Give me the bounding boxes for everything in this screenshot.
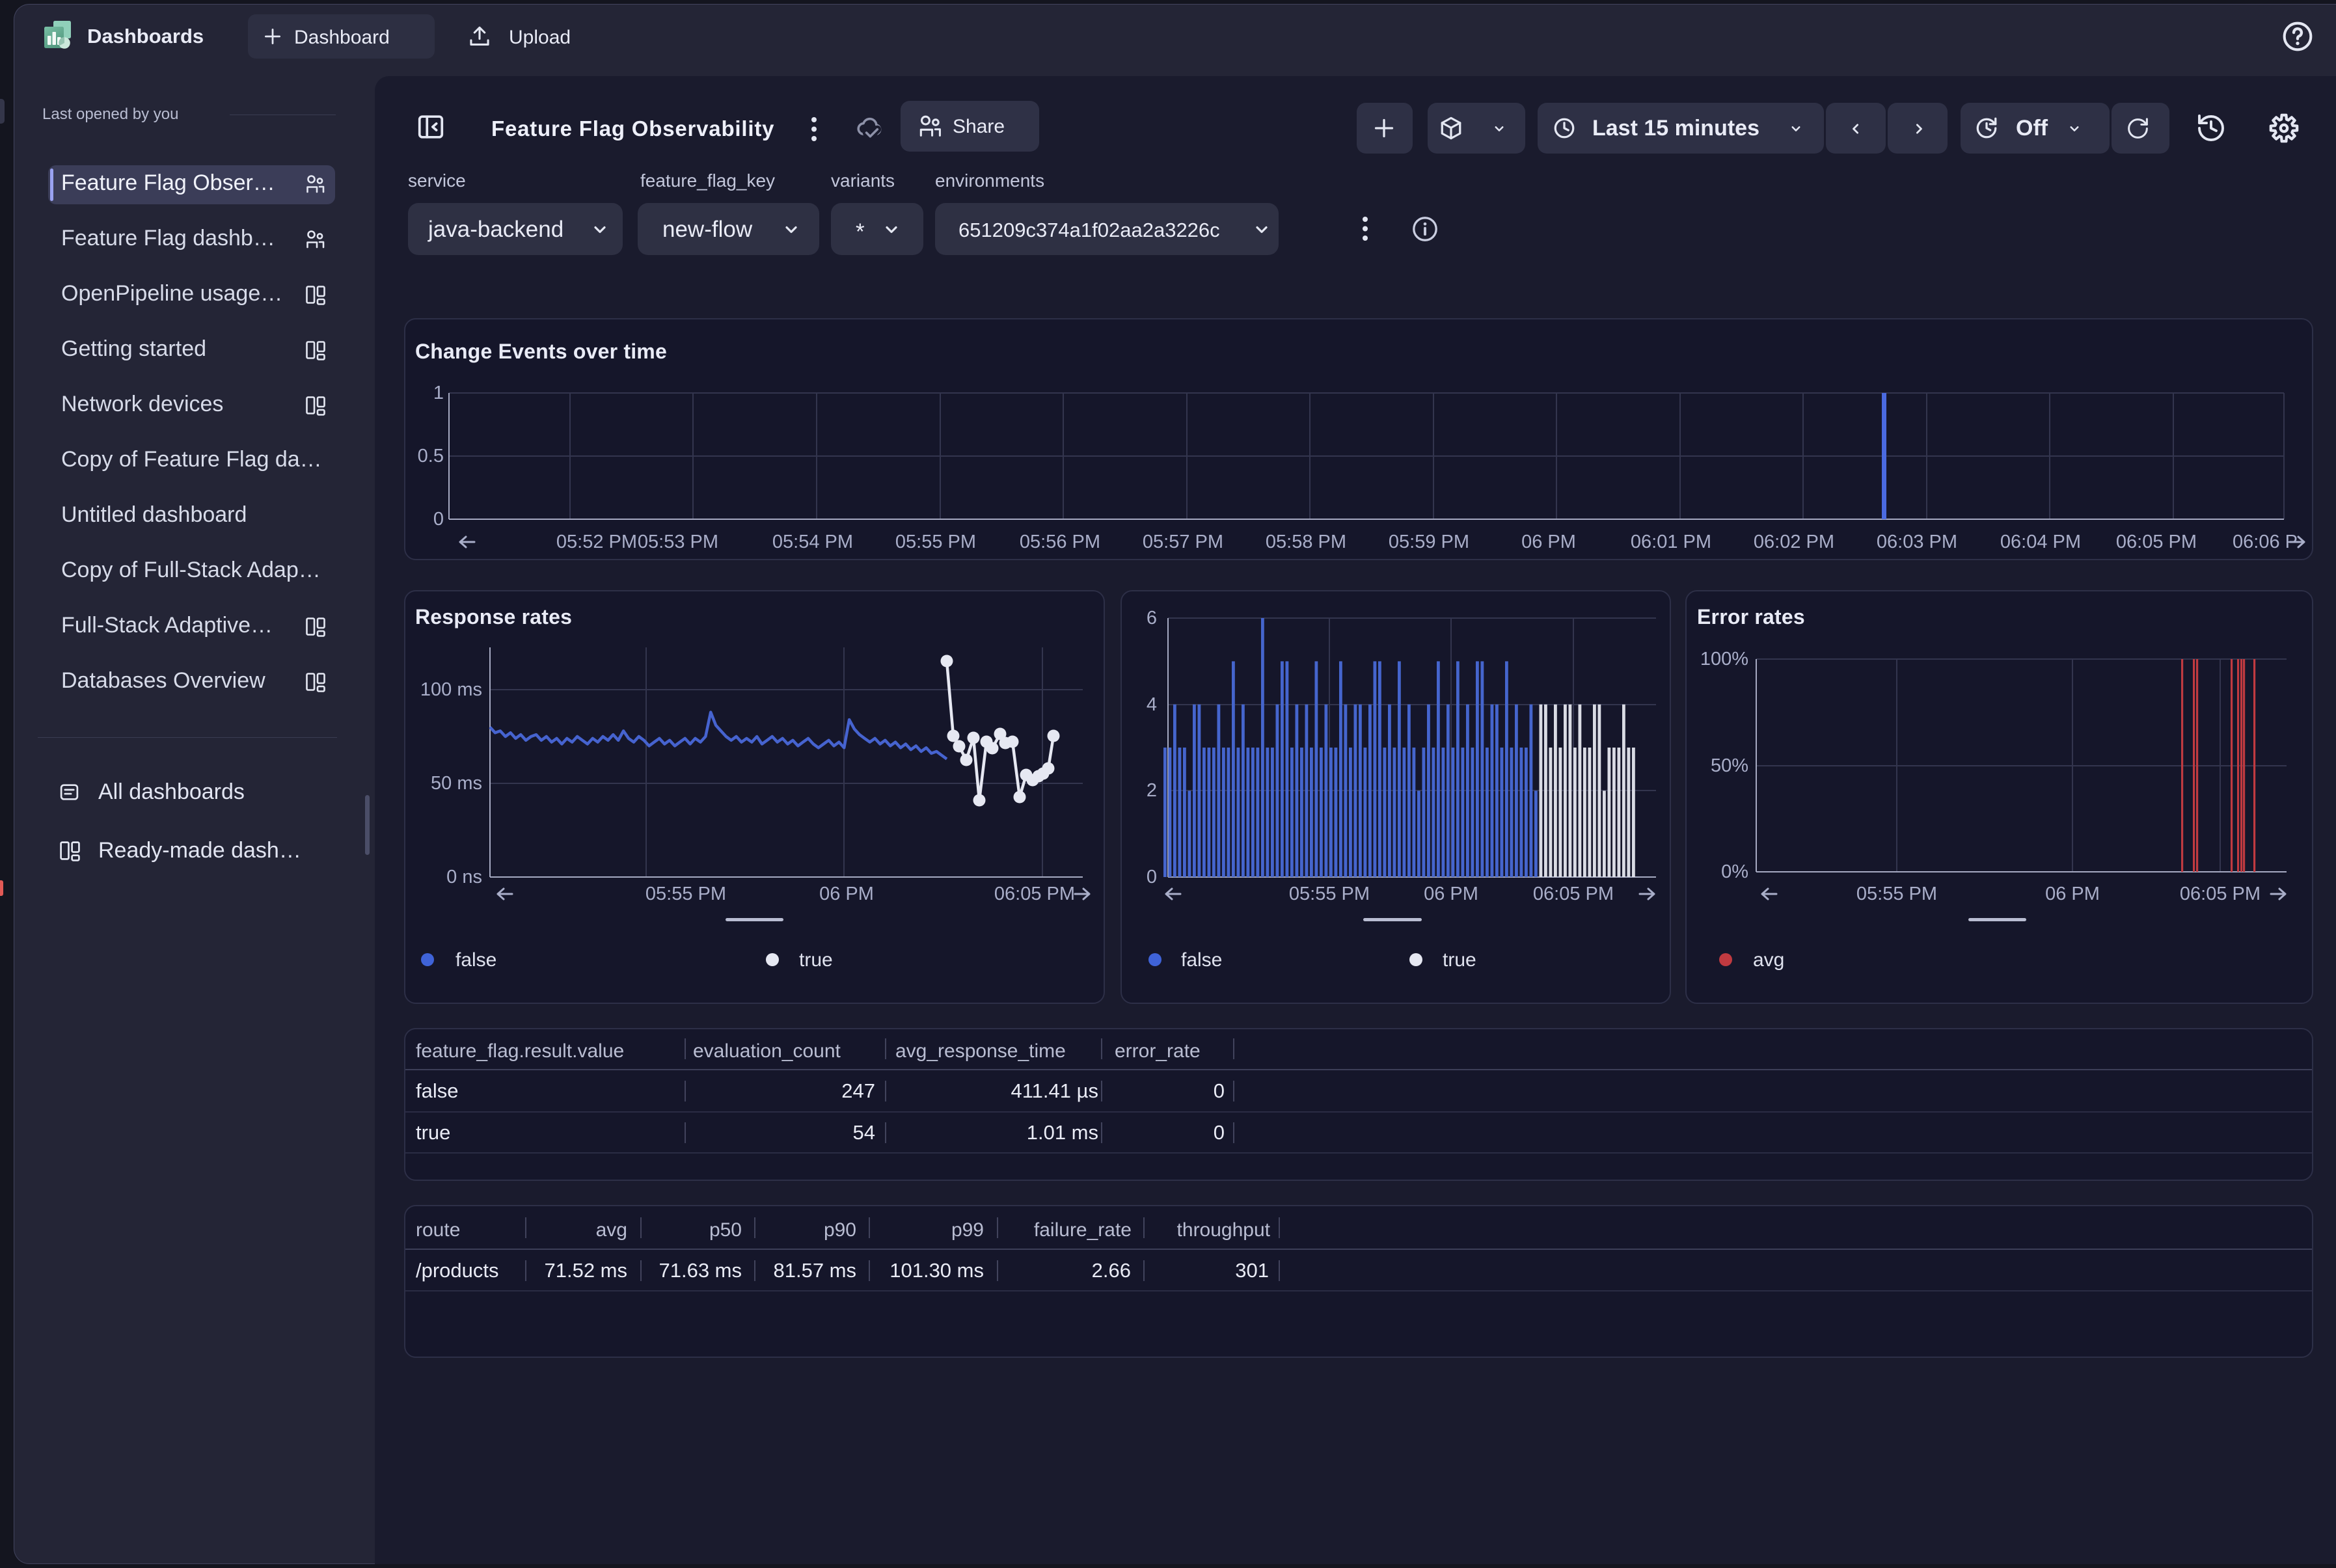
svg-text:06 PM: 06 PM <box>1424 884 1478 904</box>
svg-text:0.5: 0.5 <box>418 446 444 466</box>
svg-text:avg: avg <box>1753 949 1784 971</box>
svg-text:true: true <box>799 949 833 971</box>
svg-text:06:04 PM: 06:04 PM <box>2000 532 2081 552</box>
svg-text:06 PM: 06 PM <box>819 884 874 904</box>
svg-text:05:57 PM: 05:57 PM <box>1143 532 1223 552</box>
svg-text:05:55 PM: 05:55 PM <box>895 532 976 552</box>
svg-text:100 ms: 100 ms <box>420 679 482 700</box>
svg-text:05:56 PM: 05:56 PM <box>1020 532 1100 552</box>
svg-text:05:52 PM: 05:52 PM <box>556 532 637 552</box>
svg-text:0 ns: 0 ns <box>446 867 482 887</box>
svg-text:06:02 PM: 06:02 PM <box>1754 532 1834 552</box>
svg-text:06 PM: 06 PM <box>2045 884 2100 904</box>
svg-text:06:05 PM: 06:05 PM <box>994 884 1075 904</box>
svg-text:false: false <box>455 949 496 971</box>
svg-text:05:58 PM: 05:58 PM <box>1266 532 1346 552</box>
svg-text:50%: 50% <box>1711 755 1748 776</box>
svg-text:06:03 PM: 06:03 PM <box>1877 532 1957 552</box>
svg-text:06:05 PM: 06:05 PM <box>1533 884 1614 904</box>
svg-text:0%: 0% <box>1721 861 1748 882</box>
svg-text:0: 0 <box>1147 867 1157 887</box>
svg-text:05:55 PM: 05:55 PM <box>645 884 726 904</box>
svg-text:100%: 100% <box>1700 649 1748 669</box>
svg-text:4: 4 <box>1147 694 1157 715</box>
svg-text:1: 1 <box>433 383 444 403</box>
svg-text:06 PM: 06 PM <box>1521 532 1576 552</box>
svg-text:50 ms: 50 ms <box>431 773 482 794</box>
svg-text:06:06 P: 06:06 P <box>2233 532 2298 552</box>
svg-text:05:55 PM: 05:55 PM <box>1289 884 1370 904</box>
svg-text:0: 0 <box>433 509 444 530</box>
svg-text:05:54 PM: 05:54 PM <box>772 532 853 552</box>
svg-text:06:01 PM: 06:01 PM <box>1631 532 1711 552</box>
svg-text:05:53 PM: 05:53 PM <box>638 532 718 552</box>
svg-text:05:59 PM: 05:59 PM <box>1389 532 1469 552</box>
svg-text:true: true <box>1443 949 1476 971</box>
svg-text:false: false <box>1181 949 1222 971</box>
svg-text:6: 6 <box>1147 608 1157 629</box>
svg-text:06:05 PM: 06:05 PM <box>2180 884 2261 904</box>
svg-text:05:55 PM: 05:55 PM <box>1856 884 1937 904</box>
svg-text:2: 2 <box>1147 780 1157 801</box>
svg-text:06:05 PM: 06:05 PM <box>2116 532 2197 552</box>
